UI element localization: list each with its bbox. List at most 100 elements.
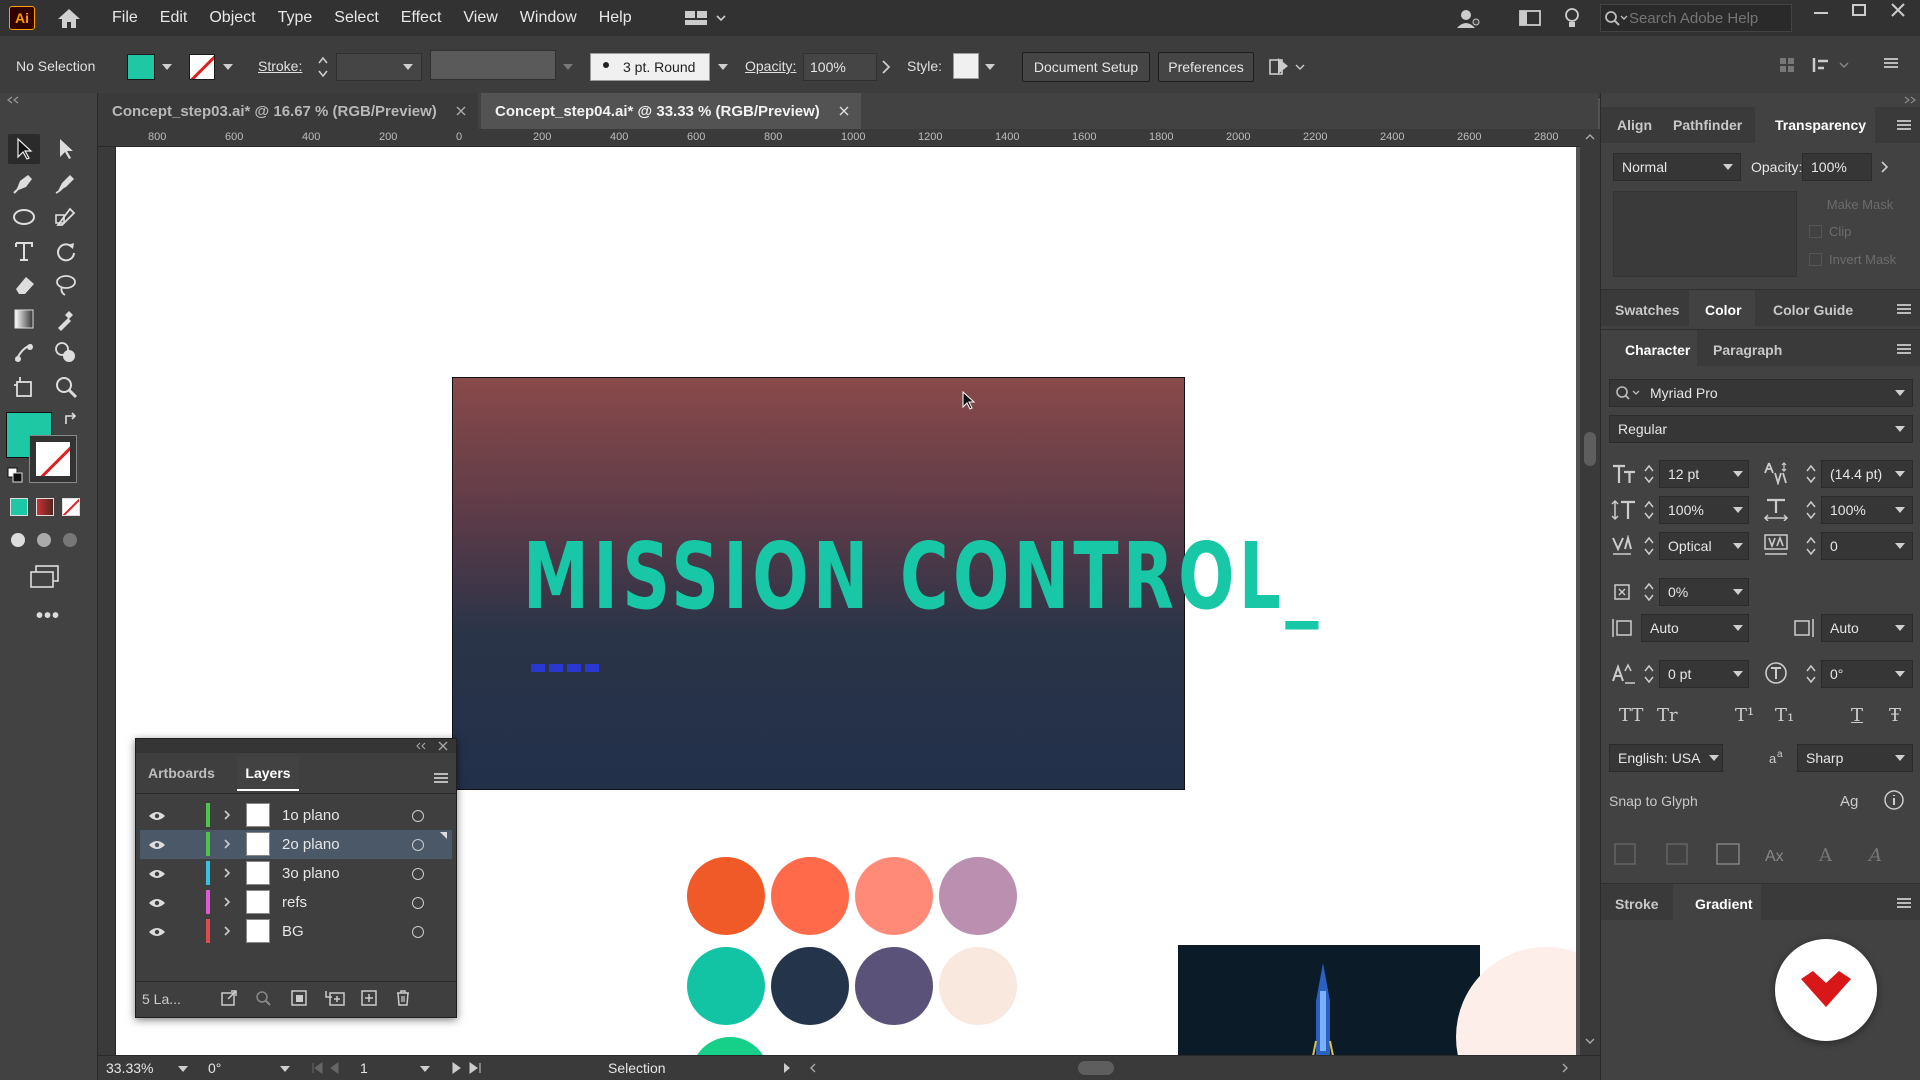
- expand-chevron-icon[interactable]: [222, 809, 232, 821]
- shape-builder-tool[interactable]: [50, 338, 82, 368]
- layers-menu-icon[interactable]: [434, 773, 448, 783]
- default-colors-icon[interactable]: [6, 466, 24, 484]
- profile-caret-icon[interactable]: [563, 64, 573, 70]
- blend-mode-select[interactable]: Normal: [1613, 153, 1741, 181]
- workspace-switcher-icon[interactable]: [683, 8, 727, 28]
- fill-swatch[interactable]: [127, 54, 155, 80]
- selection-tool[interactable]: [8, 134, 40, 164]
- menu-object[interactable]: Object: [198, 9, 266, 27]
- subscript-button[interactable]: T₁: [1775, 705, 1794, 726]
- transparency-opacity-field[interactable]: 100%: [1802, 153, 1872, 181]
- expand-chevron-icon[interactable]: [222, 838, 232, 850]
- puppet-warp-tool[interactable]: [8, 338, 40, 368]
- language-caret-icon[interactable]: [1709, 755, 1719, 761]
- align-icon[interactable]: [1778, 56, 1796, 74]
- home-icon[interactable]: [55, 6, 83, 30]
- minimize-button[interactable]: [1814, 12, 1828, 14]
- document-setup-button[interactable]: Document Setup: [1022, 52, 1150, 82]
- swatch-circle[interactable]: [939, 857, 1017, 935]
- close-window-icon[interactable]: [1890, 2, 1906, 18]
- help-search-input[interactable]: [1629, 9, 1779, 27]
- tab-swatches[interactable]: Swatches: [1615, 302, 1680, 318]
- gradient-mode-button[interactable]: [36, 498, 54, 516]
- menu-window[interactable]: Window: [509, 9, 588, 27]
- vertical-scale-caret-icon[interactable]: [1733, 507, 1743, 513]
- anti-aliasing-caret-icon[interactable]: [1895, 755, 1905, 761]
- tab-character[interactable]: Character: [1625, 342, 1690, 358]
- visibility-eye-icon[interactable]: [148, 897, 166, 909]
- stroke-color-box[interactable]: [29, 435, 77, 483]
- target-circle-icon[interactable]: [412, 897, 424, 909]
- color-menu-icon[interactable]: [1897, 304, 1911, 314]
- rotation-caret-icon[interactable]: [1895, 671, 1905, 677]
- gradient-menu-icon[interactable]: [1897, 898, 1911, 908]
- font-family-caret-icon[interactable]: [1895, 390, 1905, 396]
- drawing-modes-icon[interactable]: [8, 530, 80, 550]
- glyph-snap-icon[interactable]: Ag: [1839, 789, 1863, 811]
- lightbulb-icon[interactable]: [1564, 6, 1580, 30]
- underline-button[interactable]: T: [1851, 705, 1863, 726]
- eyedropper-tool[interactable]: [50, 304, 82, 334]
- scroll-left-icon[interactable]: [808, 1062, 818, 1074]
- horizontal-scroll-thumb[interactable]: [1078, 1061, 1114, 1075]
- transparency-menu-icon[interactable]: [1897, 120, 1911, 130]
- visibility-eye-icon[interactable]: [148, 810, 166, 822]
- tracking-stepper-icon[interactable]: [1805, 535, 1817, 557]
- scroll-thumb[interactable]: [1584, 432, 1596, 466]
- scroll-down-icon[interactable]: [1584, 1037, 1596, 1045]
- target-circle-icon[interactable]: [412, 839, 424, 851]
- collapse-tools-icon[interactable]: [4, 95, 20, 105]
- new-sublayer-icon[interactable]: [324, 989, 346, 1007]
- mission-control-title[interactable]: MISSION CONTROL_: [523, 523, 1323, 630]
- tab-color[interactable]: Color: [1705, 302, 1742, 318]
- aki-left-caret-icon[interactable]: [1733, 625, 1743, 631]
- curvature-tool[interactable]: [50, 168, 82, 198]
- rotation-stepper-icon[interactable]: [1805, 663, 1817, 685]
- preferences-button[interactable]: Preferences: [1158, 52, 1254, 82]
- target-circle-icon[interactable]: [412, 868, 424, 880]
- font-style-field[interactable]: Regular: [1609, 415, 1913, 443]
- stroke-stepper-icon[interactable]: [316, 54, 330, 80]
- pencil-tool[interactable]: [50, 202, 82, 232]
- zoom-level[interactable]: 33.33%: [106, 1060, 153, 1076]
- menu-type[interactable]: Type: [267, 9, 324, 27]
- character-menu-icon[interactable]: [1897, 344, 1911, 354]
- menu-select[interactable]: Select: [323, 9, 389, 27]
- info-icon[interactable]: [1883, 789, 1905, 811]
- invert-mask-checkbox[interactable]: [1809, 253, 1822, 266]
- vertical-scrollbar[interactable]: [1580, 129, 1600, 1055]
- horizontal-scale-caret-icon[interactable]: [1895, 507, 1905, 513]
- close-tab-icon[interactable]: [839, 106, 849, 116]
- rotate-tool[interactable]: [50, 236, 82, 266]
- swatch-circle[interactable]: [771, 857, 849, 935]
- artboard-caret-icon[interactable]: [420, 1066, 430, 1072]
- scroll-up-icon[interactable]: [1584, 133, 1596, 141]
- arrange-documents-icon[interactable]: [1518, 8, 1542, 28]
- target-circle-icon[interactable]: [412, 810, 424, 822]
- menu-effect[interactable]: Effect: [390, 9, 453, 27]
- transparency-opacity-arrow-icon[interactable]: [1879, 159, 1889, 175]
- baseline-stepper-icon[interactable]: [1643, 663, 1655, 685]
- font-style-caret-icon[interactable]: [1895, 426, 1905, 432]
- opacity-label[interactable]: Opacity:: [745, 58, 796, 74]
- font-size-stepper-icon[interactable]: [1643, 463, 1655, 485]
- more-tools-icon[interactable]: •••: [36, 605, 60, 628]
- gradient-tool[interactable]: [8, 304, 40, 334]
- all-caps-button[interactable]: TT: [1619, 705, 1643, 726]
- user-account-icon[interactable]: [1454, 6, 1482, 30]
- visibility-eye-icon[interactable]: [148, 926, 166, 938]
- language-select[interactable]: English: USA: [1609, 744, 1723, 772]
- control-bar-menu-icon[interactable]: [1884, 58, 1898, 68]
- baseline-caret-icon[interactable]: [1733, 671, 1743, 677]
- tab-transparency[interactable]: Transparency: [1775, 117, 1866, 133]
- snap-glyph-options-icon[interactable]: Ax A A: [1611, 841, 1911, 867]
- leading-caret-icon[interactable]: [1895, 471, 1905, 477]
- font-size-caret-icon[interactable]: [1733, 471, 1743, 477]
- delete-layer-icon[interactable]: [394, 989, 412, 1007]
- next-last-artboard-icon[interactable]: [448, 1061, 488, 1075]
- color-mode-button[interactable]: [10, 498, 28, 516]
- type-tool[interactable]: [8, 236, 40, 266]
- status-menu-arrow-icon[interactable]: [782, 1062, 792, 1074]
- transform-icon[interactable]: [1812, 56, 1852, 74]
- scroll-right-icon[interactable]: [1560, 1062, 1570, 1074]
